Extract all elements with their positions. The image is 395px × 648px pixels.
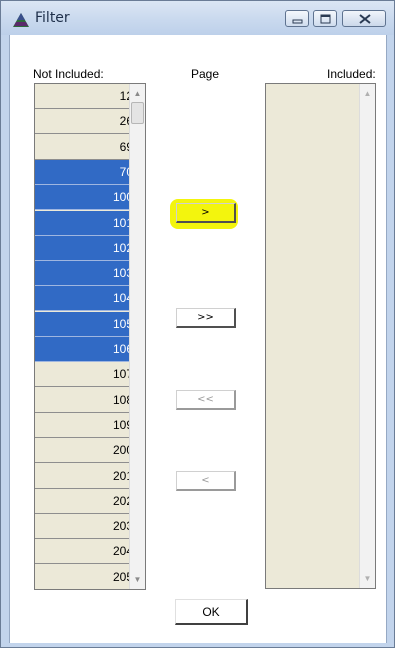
minimize-button[interactable] [285, 10, 309, 27]
remove-all-button[interactable]: << [176, 390, 236, 410]
list-item[interactable]: 203 [35, 514, 138, 540]
add-all-button[interactable]: >> [176, 308, 236, 328]
list-item[interactable]: 109 [35, 412, 138, 438]
window-title: Filter [35, 10, 70, 26]
scroll-down-arrow-icon[interactable]: ▼ [360, 570, 375, 587]
list-item[interactable]: 104 [35, 286, 138, 312]
list-item[interactable]: 107 [35, 362, 138, 388]
list-item[interactable]: 204 [35, 539, 138, 565]
included-list[interactable]: ▲ ▼ [265, 83, 376, 589]
list-item[interactable]: 70 [35, 159, 138, 185]
ok-button[interactable]: OK [175, 599, 248, 625]
title-bar[interactable]: Filter [1, 1, 394, 35]
not-included-label: Not Included: [33, 67, 104, 81]
list-item[interactable]: 101 [35, 210, 138, 236]
list-item[interactable]: 106 [35, 337, 138, 362]
list-item[interactable]: 12 [35, 84, 138, 109]
included-scrollbar[interactable]: ▲ ▼ [359, 84, 375, 588]
close-icon [359, 14, 371, 24]
not-included-list[interactable]: 12 26 69 70 100 101 102 103 104 105 106 107 108 109 20… [34, 83, 146, 590]
scroll-up-arrow-icon[interactable]: ▲ [130, 85, 145, 102]
add-selected-button[interactable]: > [176, 203, 236, 223]
list-item[interactable]: 26 [35, 109, 138, 135]
list-item[interactable]: 69 [35, 134, 138, 160]
list-item[interactable]: 202 [35, 488, 138, 514]
list-item[interactable]: 108 [35, 387, 138, 413]
list-item[interactable]: 201 [35, 463, 138, 489]
list-item[interactable]: 200 [35, 438, 138, 464]
filter-app-icon [13, 13, 29, 27]
list-item[interactable]: 102 [35, 235, 138, 261]
scroll-down-arrow-icon[interactable]: ▼ [130, 571, 145, 588]
minimize-icon [292, 19, 303, 24]
included-label: Included: [327, 67, 376, 81]
list-item[interactable]: 205 [35, 564, 138, 589]
list-item[interactable]: 103 [35, 261, 138, 287]
scroll-up-arrow-icon[interactable]: ▲ [360, 85, 375, 102]
not-included-scrollbar[interactable]: ▲ ▼ [129, 84, 145, 589]
page-label: Page [191, 67, 220, 81]
remove-selected-button[interactable]: < [176, 471, 236, 491]
maximize-button[interactable] [313, 10, 337, 27]
list-item[interactable]: 100 [35, 185, 138, 211]
list-item[interactable]: 105 [35, 311, 138, 337]
maximize-icon [320, 14, 331, 24]
scrollbar-thumb[interactable] [131, 102, 144, 124]
close-button[interactable] [342, 10, 386, 27]
